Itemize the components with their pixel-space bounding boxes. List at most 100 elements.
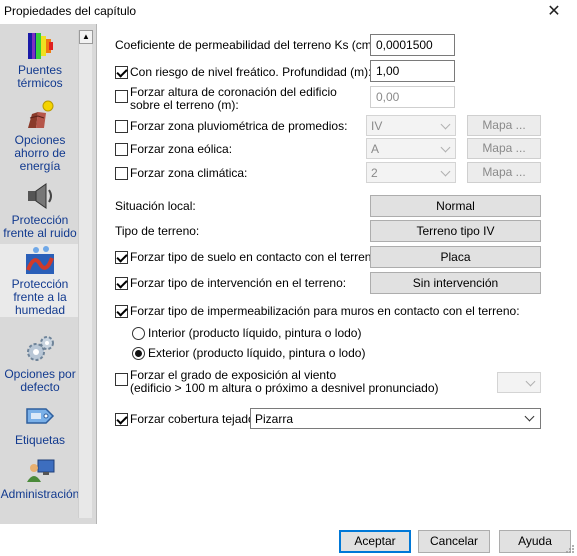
- eolica-label: Forzar zona eólica:: [130, 142, 233, 156]
- cobertura-label: Forzar cobertura tejado:: [130, 412, 259, 426]
- window-title: Propiedades del capítulo: [4, 4, 137, 18]
- sidebar-item-administracion[interactable]: Administración: [0, 454, 80, 501]
- climatica-select[interactable]: 2: [366, 162, 456, 183]
- coronacion-label: Forzar altura de coronación del edificio…: [130, 86, 337, 112]
- profundidad-input[interactable]: 1,00: [370, 60, 455, 82]
- cobertura-select[interactable]: Pizarra: [250, 408, 541, 429]
- suelo-label: Forzar tipo de suelo en contacto con el …: [130, 250, 382, 264]
- climatica-label: Forzar zona climática:: [130, 166, 248, 180]
- exposicion-label-line1: Forzar el grado de exposición al viento: [130, 368, 337, 382]
- resize-grip-icon[interactable]: [565, 544, 575, 554]
- sidebar: Puentes térmicos Opciones ahorro de ener…: [0, 24, 97, 524]
- sidebar-item-label: Protección frente al ruido: [3, 213, 77, 240]
- interior-radio[interactable]: [132, 326, 145, 340]
- cobertura-row: Forzar cobertura tejado:: [115, 408, 258, 430]
- humidity-icon: [26, 246, 54, 274]
- sidebar-item-label: Etiquetas: [14, 433, 66, 447]
- cobertura-checkbox[interactable]: [115, 412, 128, 426]
- coronacion-label-line1: Forzar altura de coronación del edificio: [130, 85, 337, 99]
- cancel-button[interactable]: Cancelar: [418, 530, 490, 553]
- thermal-bridge-icon: [28, 33, 53, 59]
- accept-button[interactable]: Aceptar: [339, 530, 411, 553]
- chevron-down-icon: [440, 119, 451, 130]
- freatico-checkbox[interactable]: [115, 65, 128, 79]
- permeabilidad-label: Coeficiente de permeabilidad del terreno…: [115, 38, 389, 52]
- pluviometrica-row: Forzar zona pluviométrica de promedios:: [115, 115, 347, 137]
- sidebar-item-label: Protección frente a la humedad: [11, 277, 69, 317]
- sidebar-item-label: Puentes térmicos: [17, 63, 63, 90]
- coronacion-input[interactable]: 0,00: [370, 86, 455, 108]
- scroll-up-icon[interactable]: ▲: [79, 30, 93, 44]
- properties-form: Coeficiente de permeabilidad del terreno…: [98, 24, 577, 524]
- terreno-row: Tipo de terreno:: [115, 220, 199, 242]
- permeabilidad-input[interactable]: 0,0001500: [370, 34, 455, 56]
- exterior-label: Exterior (producto líquido, pintura o lo…: [148, 346, 366, 360]
- eolica-row: Forzar zona eólica:: [115, 138, 232, 160]
- terreno-label: Tipo de terreno:: [115, 224, 200, 238]
- situacion-button[interactable]: Normal: [370, 195, 541, 217]
- freatico-label: Con riesgo de nivel freático. Profundida…: [130, 65, 372, 79]
- pluviometrica-select[interactable]: IV: [366, 115, 456, 136]
- sidebar-item-label: Administración: [0, 487, 80, 501]
- sidebar-item-ahorro-energia[interactable]: Opciones ahorro de energía: [0, 100, 80, 173]
- tag-icon: [26, 408, 55, 424]
- impermeabilizacion-label: Forzar tipo de impermeabilización para m…: [130, 304, 520, 318]
- exposicion-select[interactable]: [497, 372, 541, 393]
- cobertura-value: Pizarra: [255, 412, 294, 426]
- admin-icon: [27, 459, 55, 482]
- eolica-select[interactable]: A: [366, 138, 456, 159]
- sidebar-item-label: Opciones por defecto: [4, 367, 76, 394]
- suelo-row: Forzar tipo de suelo en contacto con el …: [115, 246, 381, 268]
- chevron-down-icon: [525, 376, 536, 387]
- climatica-value: 2: [371, 166, 378, 180]
- pluviometrica-label: Forzar zona pluviométrica de promedios:: [130, 119, 348, 133]
- situacion-label: Situación local:: [115, 199, 196, 213]
- exposicion-row: Forzar el grado de exposición al viento …: [115, 369, 439, 397]
- intervencion-button[interactable]: Sin intervención: [370, 272, 541, 294]
- intervencion-label: Forzar tipo de intervención en el terren…: [130, 276, 347, 290]
- coronacion-label-line2: sobre el terreno (m):: [130, 98, 239, 112]
- gears-icon: [27, 336, 54, 361]
- chevron-down-icon: [440, 142, 451, 153]
- mapa-eolica-button[interactable]: Mapa ...: [467, 138, 541, 159]
- suelo-checkbox[interactable]: [115, 250, 128, 264]
- impermeabilizacion-row: Forzar tipo de impermeabilización para m…: [115, 300, 520, 322]
- chevron-down-icon: [524, 411, 535, 422]
- climatica-row: Forzar zona climática:: [115, 162, 247, 184]
- title-bar: Propiedades del capítulo ✕: [0, 0, 577, 24]
- sidebar-item-label: Opciones ahorro de energía: [14, 133, 66, 173]
- climatica-checkbox[interactable]: [115, 166, 128, 180]
- impermeabilizacion-checkbox[interactable]: [115, 304, 128, 318]
- coronacion-checkbox[interactable]: [115, 90, 128, 103]
- mapa-climatica-button[interactable]: Mapa ...: [467, 162, 541, 183]
- intervencion-row: Forzar tipo de intervención en el terren…: [115, 272, 346, 294]
- radio-exterior-row: Exterior (producto líquido, pintura o lo…: [132, 342, 365, 364]
- chevron-down-icon: [440, 166, 451, 177]
- sidebar-item-humedad[interactable]: Protección frente a la humedad: [0, 244, 80, 317]
- coronacion-row: Forzar altura de coronación del edificio…: [115, 86, 337, 112]
- speaker-icon: [28, 183, 52, 209]
- eolica-value: A: [371, 142, 380, 156]
- mapa-pluviometrica-button[interactable]: Mapa ...: [467, 115, 541, 136]
- sidebar-item-puentes-termicos[interactable]: Puentes térmicos: [0, 30, 80, 90]
- radio-interior-row: Interior (producto líquido, pintura o lo…: [132, 322, 361, 344]
- sidebar-item-opciones-defecto[interactable]: Opciones por defecto: [0, 334, 80, 394]
- exposicion-checkbox[interactable]: [115, 373, 128, 386]
- energy-saving-icon: [28, 100, 54, 128]
- suelo-button[interactable]: Placa: [370, 246, 541, 268]
- help-button[interactable]: Ayuda: [499, 530, 571, 553]
- pluviometrica-checkbox[interactable]: [115, 119, 128, 133]
- sidebar-item-etiquetas[interactable]: Etiquetas: [0, 400, 80, 447]
- exposicion-label-line2: (edificio > 100 m altura o próximo a des…: [130, 381, 439, 395]
- terreno-button[interactable]: Terreno tipo IV: [370, 220, 541, 242]
- intervencion-checkbox[interactable]: [115, 276, 128, 290]
- interior-label: Interior (producto líquido, pintura o lo…: [148, 326, 362, 340]
- permeabilidad-row: Coeficiente de permeabilidad del terreno…: [115, 34, 388, 56]
- sidebar-item-ruido[interactable]: Protección frente al ruido: [0, 180, 80, 240]
- exposicion-label: Forzar el grado de exposición al viento …: [130, 369, 439, 395]
- eolica-checkbox[interactable]: [115, 142, 128, 156]
- pluviometrica-value: IV: [371, 119, 383, 133]
- sidebar-scrollbar[interactable]: ▲: [78, 30, 93, 518]
- exterior-radio[interactable]: [132, 346, 145, 360]
- close-icon[interactable]: ✕: [545, 1, 563, 21]
